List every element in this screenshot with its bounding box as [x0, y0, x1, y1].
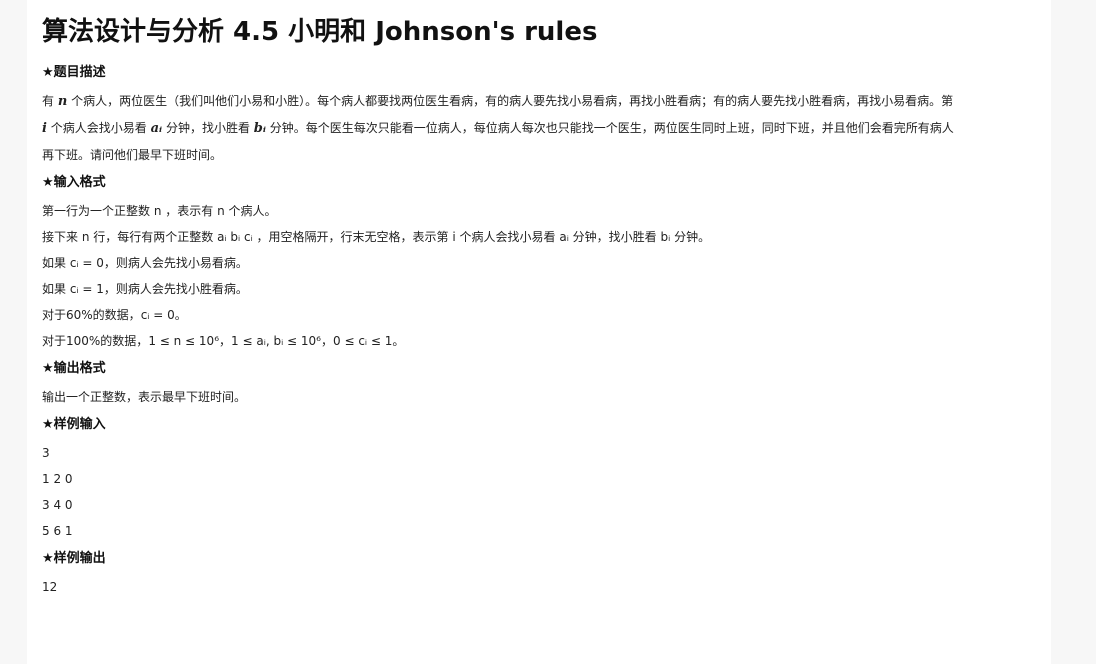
input-format-line: 第一行为一个正整数 n ，表示有 n 个病人。 — [42, 198, 1037, 224]
sample-input-line: 3 — [42, 446, 50, 460]
description-text: 有 — [42, 94, 58, 108]
sample-input-line: 1 2 0 — [42, 472, 73, 486]
sample-input-line: 3 4 0 — [42, 498, 73, 512]
input-format-text: 如果 — [42, 256, 70, 270]
input-format-text: 对于60%的数据， — [42, 308, 141, 322]
page-title: 算法设计与分析 4.5 小明和 Johnson's rules — [42, 17, 598, 47]
math-equation: 1 ≤ n ≤ 10⁶ — [148, 334, 219, 348]
input-format-text: 。 — [392, 334, 405, 348]
sample-output-line: 12 — [42, 580, 58, 594]
document-page: 算法设计与分析 4.5 小明和 Johnson's rules ★题目描述 有 … — [27, 0, 1051, 664]
description-text: 个病人，两位医生（我们叫他们小易和小胜）。每个病人都要找两位医生看病，有的病人要… — [67, 94, 954, 108]
input-format-text: 如果 — [42, 282, 70, 296]
math-equation: cᵢ = 0 — [69, 256, 104, 270]
output-format-text: 输出一个正整数，表示最早下班时间。 — [42, 390, 247, 404]
math-ai: aᵢ — [559, 230, 569, 244]
section-heading-output-format: ★输出格式 — [42, 361, 106, 376]
input-format-text: 个病人会找小易看 — [455, 230, 560, 244]
sample-input-block: 3 1 2 0 3 4 0 5 6 1 — [42, 440, 1037, 544]
math-equation: 0 ≤ cᵢ ≤ 1 — [333, 334, 393, 348]
input-format-text: ， — [219, 334, 232, 348]
math-ai: aᵢ — [150, 121, 163, 136]
input-format-text: ， — [321, 334, 334, 348]
input-format-text: 个病人。 — [224, 204, 277, 218]
input-format-line: 对于60%的数据，cᵢ = 0。 — [42, 302, 1037, 328]
input-format-text: ，表示有 — [161, 204, 218, 218]
math-bi: bᵢ — [253, 121, 266, 136]
sample-output-block: 12 — [42, 574, 1037, 600]
input-format-text: 。 — [174, 308, 187, 322]
section-heading-description: ★题目描述 — [42, 65, 106, 80]
math-n: n — [57, 94, 68, 109]
description-text: 分钟，找小胜看 — [162, 121, 254, 135]
input-format-line: 如果 cᵢ = 0，则病人会先找小易看病。 — [42, 250, 1037, 276]
section-heading-sample-input: ★样例输入 — [42, 417, 106, 432]
input-format-text: 对于100%的数据， — [42, 334, 149, 348]
description-text: 分钟。每个医生每次只能看一位病人，每位病人每次也只能找一个医生，两位医生同时上班… — [265, 121, 954, 135]
input-format-line: 如果 cᵢ = 1，则病人会先找小胜看病。 — [42, 276, 1037, 302]
input-format-text: 分钟，找小胜看 — [568, 230, 661, 244]
input-format-line: 对于100%的数据，1 ≤ n ≤ 10⁶，1 ≤ aᵢ, bᵢ ≤ 10⁶，0… — [42, 328, 1037, 354]
input-format-text: ，则病人会先找小易看病。 — [103, 256, 248, 270]
input-format-line: 接下来 n 行，每行有两个正整数 aᵢ bᵢ cᵢ ，用空格隔开，行末无空格，表… — [42, 224, 1037, 250]
math-equation: 1 ≤ aᵢ, bᵢ ≤ 10⁶ — [231, 334, 321, 348]
math-equation: cᵢ = 1 — [69, 282, 104, 296]
input-format-text: ，则病人会先找小胜看病。 — [103, 282, 248, 296]
math-vars: aᵢ bᵢ cᵢ — [217, 230, 253, 244]
math-n: n — [217, 204, 225, 218]
input-format-text: ，用空格隔开，行末无空格，表示第 — [252, 230, 453, 244]
description-text: 个病人会找小易看 — [46, 121, 151, 135]
description-paragraph: 有 n 个病人，两位医生（我们叫他们小易和小胜）。每个病人都要找两位医生看病，有… — [42, 88, 1037, 168]
input-format-text: 行，每行有两个正整数 — [89, 230, 218, 244]
section-heading-input-format: ★输入格式 — [42, 175, 106, 190]
sample-input-line: 5 6 1 — [42, 524, 73, 538]
description-text: 再下班。请问他们最早下班时间。 — [42, 148, 223, 162]
input-format-text: 分钟。 — [670, 230, 711, 244]
math-bi: bᵢ — [660, 230, 671, 244]
input-format-text: 接下来 — [42, 230, 82, 244]
math-equation: cᵢ = 0 — [140, 308, 175, 322]
section-heading-sample-output: ★样例输出 — [42, 551, 106, 566]
input-format-text: 第一行为一个正整数 — [42, 204, 154, 218]
document-content: 算法设计与分析 4.5 小明和 Johnson's rules ★题目描述 有 … — [42, 14, 1037, 600]
